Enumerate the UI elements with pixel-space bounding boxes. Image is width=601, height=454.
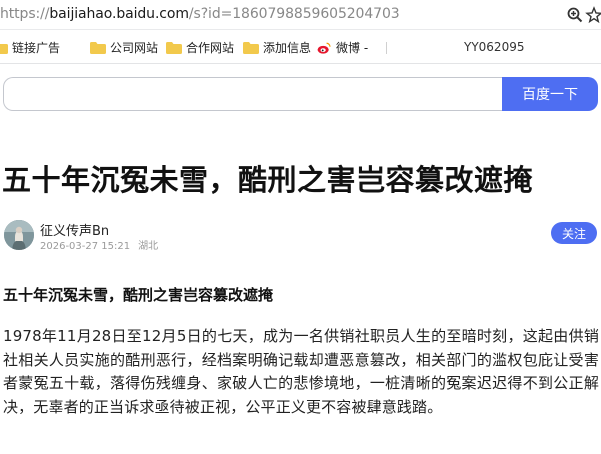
article-subtitle: 五十年沉冤未雪，酷刑之害岂容篡改遮掩 xyxy=(3,286,274,304)
bookmark-item[interactable]: 微博 - xyxy=(316,39,368,56)
article-title: 五十年沉冤未雪，酷刑之害岂容篡改遮掩 xyxy=(2,163,534,197)
bookmark-right-text[interactable]: YY062095 xyxy=(464,40,524,54)
search-button[interactable]: 百度一下 xyxy=(502,77,598,111)
post-location: 湖北 xyxy=(138,241,159,252)
url-scheme: https:// xyxy=(0,6,50,22)
bookmarks-bar: 链接广告 公司网站 合作网站 添加信息 微博 - YY062095 xyxy=(0,30,601,64)
bookmark-item[interactable]: 公司网站 xyxy=(90,39,158,56)
url-path: /s?id=1860798859605204703 xyxy=(188,6,400,22)
folder-icon xyxy=(166,41,182,54)
avatar[interactable] xyxy=(4,220,34,250)
bookmark-item[interactable]: 链接广告 xyxy=(0,39,60,56)
post-meta: 2026-03-27 15:21 湖北 xyxy=(40,237,158,252)
bookmark-item[interactable]: 合作网站 xyxy=(166,39,234,56)
follow-button[interactable]: 关注 xyxy=(551,222,597,244)
zoom-icon[interactable] xyxy=(566,6,584,24)
folder-icon xyxy=(90,41,106,54)
author-row: 征义传声Bn 2026-03-27 15:21 湖北 关注 xyxy=(0,218,601,254)
bookmark-label: 合作网站 xyxy=(186,41,235,55)
star-icon[interactable] xyxy=(585,6,601,24)
search-bar: 百度一下 xyxy=(3,77,598,111)
bookmark-label: 链接广告 xyxy=(12,41,61,55)
folder-icon xyxy=(243,41,259,54)
search-input[interactable] xyxy=(3,77,503,111)
bookmark-label: 添加信息 xyxy=(263,41,312,55)
bookmark-label: 微博 - xyxy=(336,41,369,55)
address-bar[interactable]: https://baijiahao.baidu.com/s?id=1860798… xyxy=(0,0,601,30)
weibo-icon xyxy=(317,42,331,54)
bookmark-label: 公司网站 xyxy=(110,41,159,55)
bookmark-separator xyxy=(386,42,387,54)
article-paragraph: 1978年11月28日至12月5日的七天，成为一名供销社职员人生的至暗时刻，这起… xyxy=(3,327,599,416)
folder-icon xyxy=(0,43,8,54)
url-text[interactable]: https://baijiahao.baidu.com/s?id=1860798… xyxy=(0,6,400,22)
url-host: baijiahao.baidu.com xyxy=(49,6,189,22)
post-datetime: 2026-03-27 15:21 xyxy=(40,241,131,252)
bookmark-item[interactable]: 添加信息 xyxy=(243,39,311,56)
